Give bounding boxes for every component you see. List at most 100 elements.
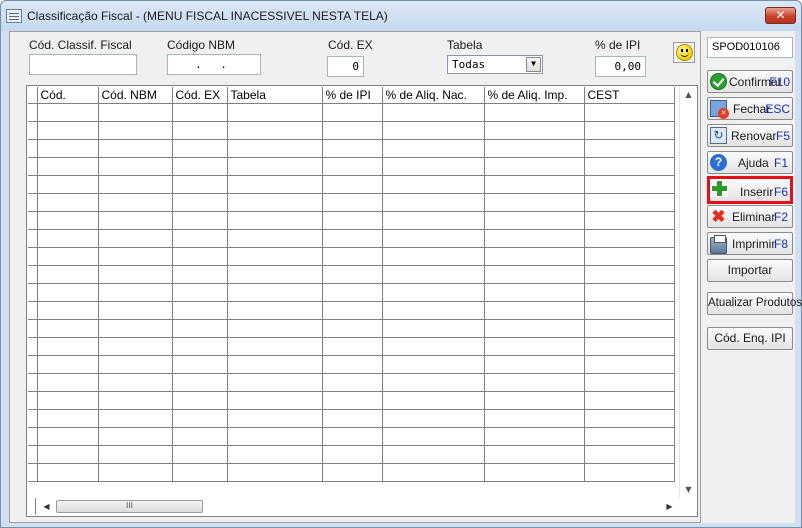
table-cell[interactable]: [172, 427, 228, 446]
table-cell[interactable]: [484, 319, 585, 338]
table-cell[interactable]: [37, 427, 99, 446]
title-bar[interactable]: Classificação Fiscal - (MENU FISCAL INAC…: [1, 1, 801, 31]
table-cell[interactable]: [382, 247, 485, 266]
table-cell[interactable]: [37, 301, 99, 320]
table-cell[interactable]: [584, 157, 675, 176]
table-cell[interactable]: [172, 445, 228, 464]
table-cell[interactable]: [584, 355, 675, 374]
table-cell[interactable]: [172, 157, 228, 176]
table-cell[interactable]: [37, 157, 99, 176]
table-cell[interactable]: [584, 265, 675, 284]
table-cell[interactable]: [227, 301, 323, 320]
fechar-button[interactable]: Fechar ESC: [707, 97, 793, 120]
table-cell[interactable]: [37, 139, 99, 158]
table-cell[interactable]: [172, 463, 228, 482]
table-cell[interactable]: [98, 229, 173, 248]
table-cell[interactable]: [172, 175, 228, 194]
table-cell[interactable]: [584, 337, 675, 356]
col-header-cod-ex[interactable]: Cód. EX: [172, 87, 228, 104]
col-header-tabela[interactable]: Tabela: [227, 87, 323, 104]
table-row[interactable]: [28, 211, 675, 230]
table-row[interactable]: [28, 445, 675, 464]
table-cell[interactable]: [584, 211, 675, 230]
table-cell[interactable]: [484, 139, 585, 158]
table-cell[interactable]: [227, 103, 323, 122]
table-cell[interactable]: [98, 463, 173, 482]
table-cell[interactable]: [227, 409, 323, 428]
col-header-cest[interactable]: CEST: [584, 87, 675, 104]
table-cell[interactable]: [37, 229, 99, 248]
table-cell[interactable]: [382, 121, 485, 140]
table-cell[interactable]: [227, 373, 323, 392]
row-indicator[interactable]: [28, 193, 38, 212]
table-cell[interactable]: [98, 211, 173, 230]
table-cell[interactable]: [322, 337, 383, 356]
col-header-aliq-imp[interactable]: % de Aliq. Imp.: [484, 87, 585, 104]
table-cell[interactable]: [227, 283, 323, 302]
row-indicator[interactable]: [28, 445, 38, 464]
table-cell[interactable]: [98, 373, 173, 392]
table-cell[interactable]: [37, 373, 99, 392]
table-row[interactable]: [28, 193, 675, 212]
table-cell[interactable]: [484, 283, 585, 302]
table-cell[interactable]: [322, 427, 383, 446]
table-cell[interactable]: [322, 211, 383, 230]
cod-enq-ipi-button[interactable]: Cód. Enq. IPI: [707, 327, 793, 350]
table-cell[interactable]: [322, 139, 383, 158]
table-cell[interactable]: [98, 337, 173, 356]
table-cell[interactable]: [172, 139, 228, 158]
row-indicator[interactable]: [28, 103, 38, 122]
row-indicator[interactable]: [28, 463, 38, 482]
table-cell[interactable]: [98, 355, 173, 374]
table-row[interactable]: [28, 121, 675, 140]
table-cell[interactable]: [584, 427, 675, 446]
table-cell[interactable]: [382, 139, 485, 158]
table-cell[interactable]: [584, 391, 675, 410]
table-cell[interactable]: [172, 337, 228, 356]
table-cell[interactable]: [98, 175, 173, 194]
table-cell[interactable]: [484, 373, 585, 392]
table-cell[interactable]: [98, 103, 173, 122]
table-cell[interactable]: [172, 229, 228, 248]
table-cell[interactable]: [484, 247, 585, 266]
table-cell[interactable]: [584, 247, 675, 266]
row-indicator[interactable]: [28, 121, 38, 140]
row-indicator[interactable]: [28, 373, 38, 392]
table-cell[interactable]: [172, 319, 228, 338]
table-cell[interactable]: [382, 157, 485, 176]
table-cell[interactable]: [382, 391, 485, 410]
table-cell[interactable]: [484, 301, 585, 320]
table-cell[interactable]: [382, 355, 485, 374]
table-cell[interactable]: [484, 409, 585, 428]
table-cell[interactable]: [37, 247, 99, 266]
table-cell[interactable]: [322, 103, 383, 122]
row-indicator[interactable]: [28, 427, 38, 446]
table-cell[interactable]: [172, 193, 228, 212]
table-cell[interactable]: [484, 175, 585, 194]
close-button[interactable]: ✕: [765, 7, 796, 24]
table-cell[interactable]: [98, 193, 173, 212]
table-cell[interactable]: [584, 301, 675, 320]
table-cell[interactable]: [584, 229, 675, 248]
table-cell[interactable]: [172, 301, 228, 320]
table-cell[interactable]: [584, 319, 675, 338]
table-cell[interactable]: [322, 301, 383, 320]
ajuda-button[interactable]: ? Ajuda F1: [707, 151, 793, 174]
table-cell[interactable]: [484, 265, 585, 284]
table-cell[interactable]: [172, 283, 228, 302]
dropdown-arrow-icon[interactable]: ▼: [526, 57, 541, 72]
table-cell[interactable]: [37, 391, 99, 410]
table-cell[interactable]: [382, 175, 485, 194]
table-row[interactable]: [28, 103, 675, 122]
table-cell[interactable]: [322, 247, 383, 266]
tabela-select[interactable]: Todas ▼: [447, 55, 543, 74]
table-cell[interactable]: [382, 229, 485, 248]
table-row[interactable]: [28, 139, 675, 158]
table-cell[interactable]: [227, 157, 323, 176]
table-cell[interactable]: [37, 283, 99, 302]
row-indicator[interactable]: [28, 229, 38, 248]
row-indicator[interactable]: [28, 247, 38, 266]
table-cell[interactable]: [37, 103, 99, 122]
table-cell[interactable]: [37, 175, 99, 194]
table-cell[interactable]: [37, 355, 99, 374]
